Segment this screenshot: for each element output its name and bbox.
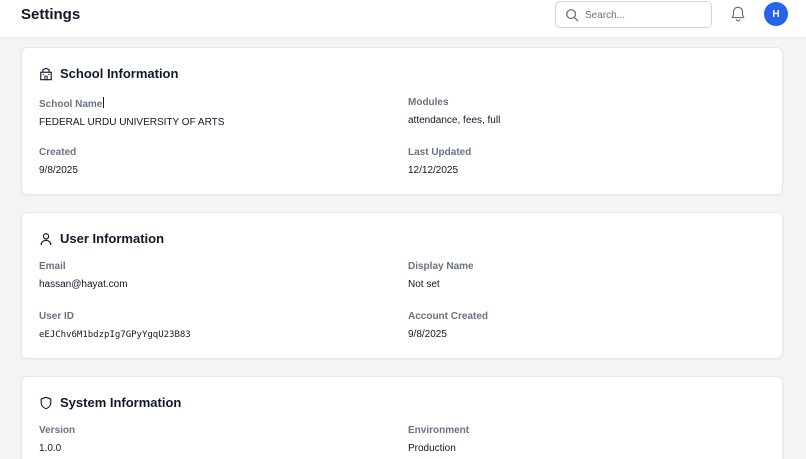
- system-info-header: System Information: [39, 395, 181, 410]
- last-updated-label: Last Updated: [408, 147, 472, 158]
- school-name-value: FEDERAL URDU UNIVERSITY OF ARTS: [39, 117, 225, 128]
- account-created-value: 9/8/2025: [408, 329, 447, 340]
- environment-field: Environment Production: [408, 425, 469, 455]
- school-name-field: School Name FEDERAL URDU UNIVERSITY OF A…: [39, 97, 224, 129]
- created-label: Created: [39, 147, 77, 158]
- modules-value: attendance, fees, full: [408, 115, 501, 126]
- display-name-field: Display Name Not set: [408, 261, 474, 291]
- version-field: Version 1.0.0: [39, 425, 75, 455]
- last-updated-value: 12/12/2025: [408, 165, 459, 176]
- school-name-label: School Name: [39, 99, 103, 110]
- user-info-header: User Information: [39, 231, 164, 246]
- system-info-title: System Information: [60, 395, 182, 410]
- environment-value: Production: [408, 443, 456, 454]
- school-info-card: School Information School Name FEDERAL U…: [21, 47, 783, 195]
- user-info-title: User Information: [60, 231, 165, 246]
- user-id-label: User ID: [39, 311, 75, 322]
- version-value: 1.0.0: [39, 443, 62, 454]
- display-name-value: Not set: [408, 279, 440, 290]
- system-info-card: System Information Version 1.0.0 Environ…: [21, 376, 783, 459]
- created-value: 9/8/2025: [39, 165, 78, 176]
- user-info-card: User Information Email hassan@hayat.com …: [21, 212, 783, 359]
- page-title: Settings: [21, 6, 81, 23]
- user-icon: [40, 232, 52, 245]
- user-id-field: User ID eEJChv6M1bdzpIg7GPyYgqU23B83: [39, 311, 191, 341]
- user-id-value: eEJChv6M1bdzpIg7GPyYgqU23B83: [39, 330, 191, 340]
- search-input[interactable]: [585, 6, 705, 24]
- version-label: Version: [39, 425, 76, 436]
- search-icon: [566, 9, 579, 22]
- display-name-label: Display Name: [408, 261, 474, 272]
- shield-icon: [40, 396, 52, 409]
- account-created-label: Account Created: [408, 311, 489, 322]
- last-updated-field: Last Updated 12/12/2025: [408, 147, 471, 177]
- account-created-field: Account Created 9/8/2025: [408, 311, 488, 341]
- text-cursor: [103, 97, 105, 108]
- avatar[interactable]: H: [764, 2, 788, 26]
- created-field: Created 9/8/2025: [39, 147, 78, 177]
- email-value: hassan@hayat.com: [39, 279, 128, 290]
- email-label: Email: [39, 261, 66, 272]
- email-field: Email hassan@hayat.com: [39, 261, 128, 291]
- bell-icon[interactable]: [729, 5, 747, 23]
- environment-label: Environment: [408, 425, 470, 436]
- school-info-title: School Information: [60, 66, 179, 81]
- modules-field: Modules attendance, fees, full: [408, 97, 500, 127]
- search-box[interactable]: [555, 1, 712, 28]
- modules-label: Modules: [408, 97, 449, 108]
- building-icon: [40, 67, 52, 80]
- school-info-header: School Information: [39, 66, 178, 81]
- top-bar: Settings H: [0, 0, 806, 38]
